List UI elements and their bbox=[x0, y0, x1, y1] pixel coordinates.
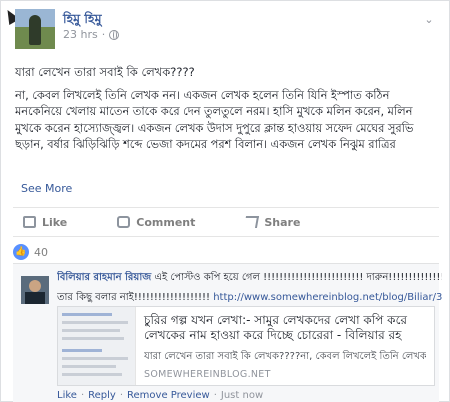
comment-text-line2: তার কিছু বলার নাই!!!!!!!!!!!!!!!!!!! htt… bbox=[57, 291, 442, 304]
post-time[interactable]: 23 hrs bbox=[63, 28, 98, 41]
thumb-line bbox=[62, 321, 128, 324]
thumb-line bbox=[62, 357, 128, 360]
preview-title[interactable]: চুরির গল্প যখন লেখা:- সামুর লেখকদের লেখা… bbox=[144, 313, 426, 343]
preview-body: চুরির গল্প যখন লেখা:- সামুর লেখকদের লেখা… bbox=[136, 307, 434, 385]
avatar-shirt bbox=[25, 292, 45, 304]
remove-preview-link[interactable]: Remove Preview bbox=[127, 390, 210, 401]
share-icon bbox=[244, 216, 260, 228]
avatar-person bbox=[29, 15, 41, 45]
post-action-bar: Like Comment Share bbox=[13, 207, 439, 237]
thumb-line bbox=[62, 329, 120, 332]
like-button[interactable]: Like bbox=[13, 216, 67, 229]
preview-domain: SOMEWHEREINBLOG.NET bbox=[144, 369, 271, 380]
avatar-face bbox=[29, 280, 41, 292]
commenter-avatar[interactable] bbox=[21, 276, 49, 304]
comment-text-part1: এই পোস্টও কপি হয়ে গেল !!!!!!!!!!!!!!!!!… bbox=[154, 272, 442, 283]
comment-reply-link[interactable]: Reply bbox=[88, 390, 116, 401]
comment-text-part2: তার কিছু বলার নাই!!!!!!!!!!!!!!!!!!! bbox=[57, 292, 211, 303]
post-meta: 23 hrs · bbox=[63, 28, 120, 41]
see-more-link[interactable]: See More bbox=[21, 182, 72, 195]
separator: · bbox=[101, 28, 106, 41]
preview-thumbnail bbox=[58, 307, 136, 385]
comment-like-link[interactable]: Like bbox=[57, 390, 77, 401]
commenter-name[interactable]: বিলিয়ার রাহমান রিয়াজ bbox=[57, 272, 151, 283]
reactions-summary[interactable]: 👍 40 bbox=[13, 244, 48, 260]
comment-time[interactable]: Just now bbox=[221, 390, 263, 401]
separator: · bbox=[119, 390, 124, 401]
facebook-post: হিমু হিমু 23 hrs · ⌄ যারা লেখেন তারা সবা… bbox=[0, 0, 450, 402]
chevron-down-icon[interactable]: ⌄ bbox=[421, 13, 437, 26]
comment-footer: Like · Reply · Remove Preview · Just now bbox=[57, 390, 263, 401]
share-button[interactable]: Share bbox=[235, 216, 300, 229]
like-label: Like bbox=[42, 215, 68, 229]
post-body: না, কেবল লিখলেই তিনি লেখক নন। একজন লেখক … bbox=[15, 87, 414, 152]
share-label: Share bbox=[264, 215, 301, 229]
thumb-line bbox=[62, 337, 124, 340]
comment-text-line1: বিলিয়ার রাহমান রিয়াজ এই পোস্টও কপি হয়… bbox=[57, 271, 442, 284]
link-preview-card[interactable]: চুরির গল্প যখন লেখা:- সামুর লেখকদের লেখা… bbox=[57, 306, 435, 386]
thumb-line bbox=[62, 365, 116, 368]
post-text: যারা লেখেন তারা সবাই কি লেখক???? না, কেব… bbox=[15, 64, 437, 153]
thumbs-up-icon bbox=[23, 216, 36, 228]
like-reaction-icon: 👍 bbox=[13, 244, 29, 260]
reaction-count: 40 bbox=[34, 245, 48, 259]
thumb-line bbox=[62, 313, 112, 316]
thumb-line bbox=[62, 349, 102, 352]
author-avatar[interactable] bbox=[15, 9, 55, 49]
preview-description: যারা লেখেন তারা সবাই কি লেখক????না, কেবল… bbox=[144, 351, 426, 362]
comment-label: Comment bbox=[136, 215, 196, 229]
separator: · bbox=[80, 390, 85, 401]
globe-icon[interactable] bbox=[109, 29, 120, 40]
comment-button[interactable]: Comment bbox=[107, 216, 195, 229]
comment-link[interactable]: http://www.somewhereinblog.net/blog/Bili… bbox=[213, 292, 442, 303]
comment-icon bbox=[117, 216, 131, 228]
separator: · bbox=[213, 390, 217, 401]
post-headline: যারা লেখেন তারা সবাই কি লেখক???? bbox=[15, 65, 195, 79]
thumb-line bbox=[62, 373, 122, 376]
